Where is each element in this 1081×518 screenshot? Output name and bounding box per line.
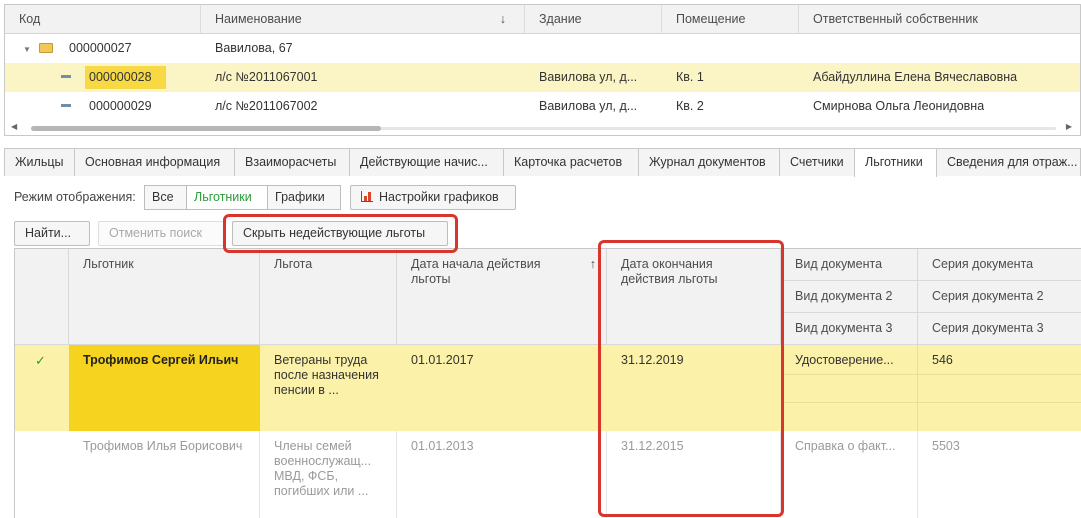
table-row[interactable]: 000000029 л/с №2011067002 Вавилова ул, д…: [5, 92, 1080, 121]
column-header-building-label: Здание: [539, 12, 582, 26]
doc-type-cell[interactable]: Удостоверение...: [781, 345, 918, 375]
row-name: Вавилова, 67: [215, 41, 293, 55]
tab-document-journal[interactable]: Журнал документов: [638, 148, 780, 176]
row-owner: Смирнова Ольга Леонидовна: [813, 99, 985, 113]
tab-active-charges[interactable]: Действующие начис...: [349, 148, 504, 176]
start-date-cell[interactable]: 01.01.2013: [397, 431, 607, 518]
table-row[interactable]: ▼ 000000027 Вавилова, 67: [5, 34, 1080, 63]
column-header-beneficiary[interactable]: Льготник: [69, 249, 260, 345]
column-header-doc-type-2[interactable]: Вид документа 2: [781, 281, 918, 313]
sort-down-icon: ↓: [499, 12, 506, 26]
column-header-owner[interactable]: Ответственный собственник: [799, 5, 1080, 34]
start-date-cell[interactable]: 01.01.2017: [397, 345, 607, 431]
expand-triangle-icon[interactable]: ▼: [23, 34, 31, 63]
column-header-benefit-label: Льгота: [274, 257, 313, 271]
tab-residents[interactable]: Жильцы: [4, 148, 75, 176]
folder-icon: [39, 34, 53, 63]
display-mode-label: Режим отображения:: [14, 190, 136, 204]
column-header-owner-label: Ответственный собственник: [813, 12, 978, 26]
doc-type-cell[interactable]: Справка о факт...: [781, 431, 918, 461]
column-header-building[interactable]: Здание: [525, 5, 662, 34]
tab-main-info[interactable]: Основная информация: [74, 148, 235, 176]
chart-icon: [361, 191, 373, 202]
check-icon: ✓: [35, 353, 46, 368]
highlight-end-date-column: [598, 240, 784, 517]
benefit-cell[interactable]: Ветераны труда после назначения пенсии в…: [260, 345, 397, 431]
row-code: 000000029: [89, 99, 152, 113]
tab-calculation-card[interactable]: Карточка расчетов: [503, 148, 639, 176]
column-header-code[interactable]: Код: [5, 5, 201, 34]
chart-settings-label: Настройки графиков: [379, 190, 499, 204]
column-header-name[interactable]: Наименование ↓: [201, 5, 525, 34]
beneficiary-cell[interactable]: Трофимов Сергей Ильич: [69, 345, 260, 431]
column-header-room[interactable]: Помещение: [662, 5, 799, 34]
tab-bar: Жильцы Основная информация Взаиморасчеты…: [4, 148, 1081, 177]
row-room: Кв. 1: [676, 70, 704, 84]
column-header-doc-series[interactable]: Серия документа: [918, 249, 1081, 281]
item-icon: [61, 92, 71, 121]
item-icon: [61, 63, 71, 92]
column-header-start-date-label: Дата начала действия льготы: [411, 257, 541, 286]
row-code: 000000027: [69, 41, 132, 55]
row-owner: Абайдуллина Елена Вячеславовна: [813, 70, 1018, 84]
chart-settings-button[interactable]: Настройки графиков: [350, 185, 516, 210]
column-header-doc-series-3-label: Серия документа 3: [932, 321, 1044, 335]
column-header-status[interactable]: [15, 249, 69, 345]
column-header-doc-series-label: Серия документа: [932, 257, 1034, 271]
column-header-beneficiary-label: Льготник: [83, 257, 134, 271]
column-header-name-label: Наименование: [215, 12, 302, 26]
row-name: л/с №2011067002: [215, 99, 318, 113]
column-header-code-label: Код: [19, 12, 41, 26]
scroll-right-icon[interactable]: ▶: [1066, 122, 1072, 131]
horizontal-scrollbar[interactable]: ◀ ▶: [5, 121, 1080, 135]
row-code-value: 000000028: [85, 66, 166, 89]
mode-beneficiaries-button[interactable]: Льготники: [186, 185, 268, 210]
benefit-cell[interactable]: Члены семей военнослужащ... МВД, ФСБ, по…: [260, 431, 397, 518]
doc-series-cell[interactable]: 546: [918, 345, 1081, 375]
doc-series-cell[interactable]: 5503: [918, 431, 1081, 461]
sort-up-icon: ↑: [589, 257, 596, 271]
beneficiary-cell[interactable]: Трофимов Илья Борисович: [69, 431, 260, 518]
column-header-benefit[interactable]: Льгота: [260, 249, 397, 345]
row-room: Кв. 2: [676, 99, 704, 113]
active-check-icon: ✓: [15, 345, 69, 431]
column-header-doc-type[interactable]: Вид документа: [781, 249, 918, 281]
tab-reporting-info[interactable]: Сведения для отраж...: [936, 148, 1081, 176]
table-row-selected[interactable]: 000000028 л/с №2011067001 Вавилова ул, д…: [5, 63, 1080, 92]
beneficiaries-table: Льготник Льгота Дата начала действия льг…: [14, 248, 1081, 518]
tab-settlements[interactable]: Взаиморасчеты: [234, 148, 350, 176]
row-code: 000000028: [85, 63, 166, 92]
column-header-doc-series-2[interactable]: Серия документа 2: [918, 281, 1081, 313]
column-header-room-label: Помещение: [676, 12, 746, 26]
column-header-doc-type-3[interactable]: Вид документа 3: [781, 313, 918, 345]
row-name: л/с №2011067001: [215, 70, 318, 84]
mode-all-button[interactable]: Все: [144, 185, 187, 210]
column-header-doc-type-label: Вид документа: [795, 257, 883, 271]
tab-meters[interactable]: Счетчики: [779, 148, 855, 176]
column-header-doc-type-3-label: Вид документа 3: [795, 321, 893, 335]
mode-charts-button[interactable]: Графики: [267, 185, 341, 210]
scroll-thumb[interactable]: [31, 126, 381, 131]
find-button[interactable]: Найти...: [14, 221, 90, 246]
accounts-table-header: Код Наименование ↓ Здание Помещение Отве…: [5, 5, 1080, 34]
cancel-search-button[interactable]: Отменить поиск: [98, 221, 224, 246]
column-header-doc-type-2-label: Вид документа 2: [795, 289, 893, 303]
column-header-doc-series-2-label: Серия документа 2: [932, 289, 1044, 303]
highlight-hide-inactive: [223, 214, 458, 253]
row-building: Вавилова ул, д...: [539, 99, 638, 113]
tab-beneficiaries[interactable]: Льготники: [854, 148, 937, 177]
row-building: Вавилова ул, д...: [539, 70, 638, 84]
accounts-table: Код Наименование ↓ Здание Помещение Отве…: [4, 4, 1081, 136]
scroll-left-icon[interactable]: ◀: [11, 122, 17, 131]
column-header-doc-series-3[interactable]: Серия документа 3: [918, 313, 1081, 345]
column-header-start-date[interactable]: Дата начала действия льготы ↑: [397, 249, 607, 345]
